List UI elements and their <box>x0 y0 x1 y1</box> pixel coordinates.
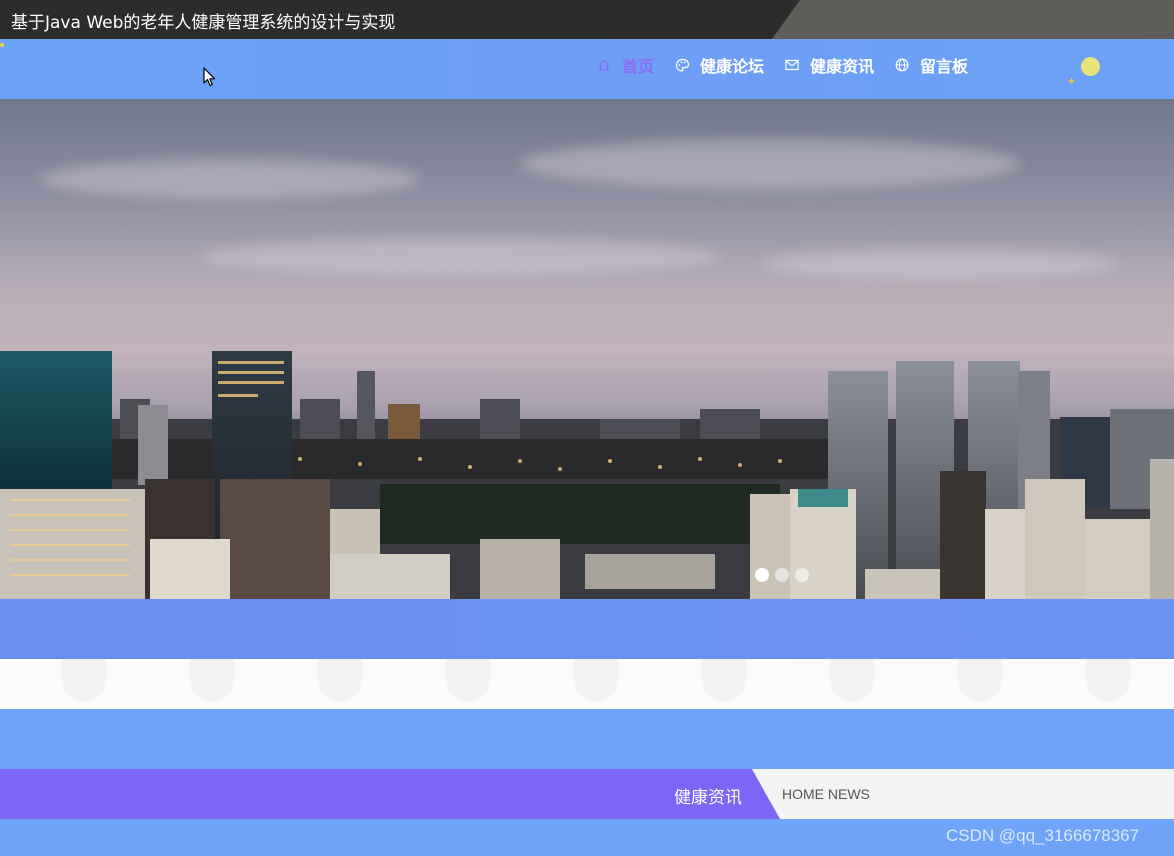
city-skyline-image <box>0 351 1174 599</box>
sparkle-icon: ✦ <box>1067 75 1077 88</box>
mouse-cursor-icon <box>203 67 216 87</box>
section-title-background <box>0 769 780 819</box>
section-subtitle: HOME NEWS <box>782 786 870 802</box>
news-section-header: 健康资讯 HOME NEWS <box>0 769 1174 819</box>
decorative-bump <box>446 659 490 701</box>
nav-item-home[interactable]: 首页 <box>596 53 654 77</box>
decorative-bump <box>830 659 874 701</box>
mail-icon <box>784 57 800 73</box>
carousel-indicators <box>755 568 815 582</box>
decorative-bump <box>190 659 234 701</box>
banner-carousel[interactable] <box>0 99 1174 599</box>
nav-item-health-news[interactable]: 健康资讯 <box>784 53 874 77</box>
top-navigation: 首页 健康论坛 健康资讯 留言板 ✦ <box>0 39 1174 99</box>
light-blue-band <box>0 709 1174 769</box>
carousel-dot[interactable] <box>755 568 769 582</box>
decorative-bump <box>62 659 106 701</box>
blue-band <box>0 599 1174 659</box>
section-title: 健康资讯 <box>674 788 742 808</box>
nav-item-health-forum[interactable]: 健康论坛 <box>674 53 764 77</box>
nav-label-message-board: 留言板 <box>920 57 969 76</box>
globe-icon <box>894 57 910 73</box>
window-title-bar: 基于Java Web的老年人健康管理系统的设计与实现 <box>0 0 1174 39</box>
nav-label-home: 首页 <box>622 57 655 76</box>
decorative-dot <box>0 43 4 47</box>
home-icon <box>596 57 612 73</box>
window-title: 基于Java Web的老年人健康管理系统的设计与实现 <box>11 13 396 33</box>
nav-menu: 首页 健康论坛 健康资讯 留言板 <box>596 53 988 77</box>
nav-label-health-forum: 健康论坛 <box>700 57 765 76</box>
decorative-bump <box>958 659 1002 701</box>
carousel-dot[interactable] <box>775 568 789 582</box>
decorative-bump <box>1086 659 1130 701</box>
watermark-text: CSDN @qq_3166678367 <box>946 826 1140 845</box>
decorative-bump <box>702 659 746 701</box>
decorative-bump <box>318 659 362 701</box>
nav-item-message-board[interactable]: 留言板 <box>894 53 968 77</box>
nav-label-health-news: 健康资讯 <box>810 57 875 76</box>
decorative-bump <box>574 659 618 701</box>
palette-icon <box>674 57 690 73</box>
carousel-dot[interactable] <box>795 568 809 582</box>
white-band <box>0 659 1174 709</box>
decorative-bubble <box>1081 57 1100 76</box>
